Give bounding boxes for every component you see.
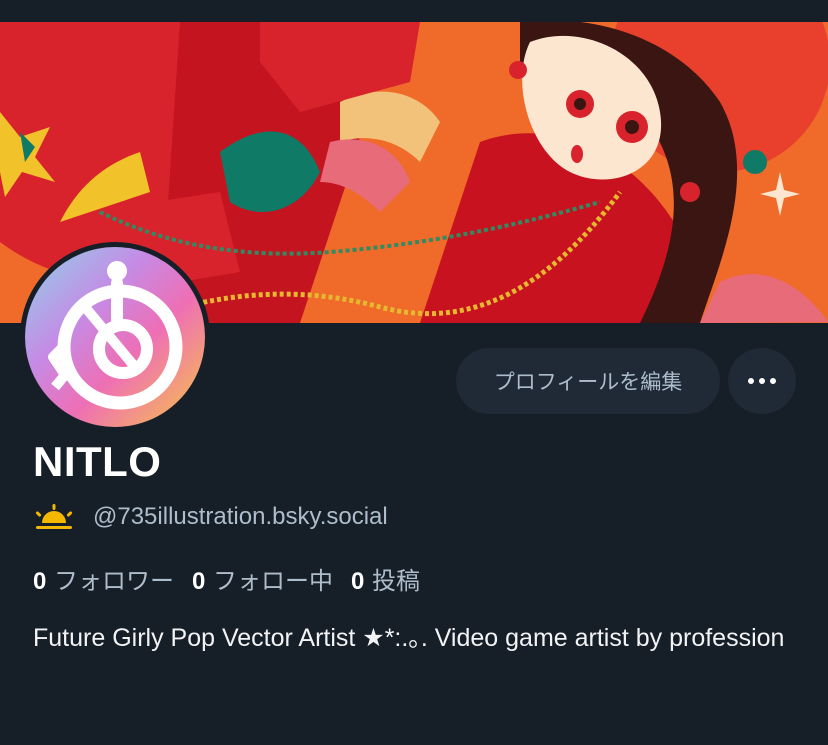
profile-stats: 0 フォロワー 0 フォロー中 0 投稿	[33, 561, 438, 596]
handle-row: @735illustration.bsky.social	[33, 503, 388, 531]
status-bar	[0, 0, 828, 22]
more-options-button[interactable]	[728, 348, 796, 414]
profile-bio: Future Girly Pop Vector Artist ★*:.｡. Vi…	[33, 624, 785, 652]
edit-profile-button[interactable]: プロフィールを編集	[456, 348, 720, 414]
avatar-logo-icon	[25, 247, 205, 427]
posts-stat: 0 投稿	[351, 561, 420, 596]
following-label: フォロー中	[213, 567, 333, 595]
avatar-frame	[20, 242, 210, 432]
sunrise-icon	[35, 504, 73, 529]
avatar[interactable]	[25, 247, 205, 427]
posts-count: 0	[351, 568, 365, 595]
following-count: 0	[192, 568, 206, 595]
ellipsis-icon	[748, 378, 776, 384]
posts-label: 投稿	[372, 567, 420, 595]
display-name: NITLO	[33, 438, 162, 485]
following-stat[interactable]: 0 フォロー中	[192, 561, 333, 596]
handle[interactable]: @735illustration.bsky.social	[93, 503, 388, 531]
followers-stat[interactable]: 0 フォロワー	[33, 561, 174, 596]
followers-count: 0	[33, 568, 47, 595]
followers-label: フォロワー	[54, 567, 174, 595]
